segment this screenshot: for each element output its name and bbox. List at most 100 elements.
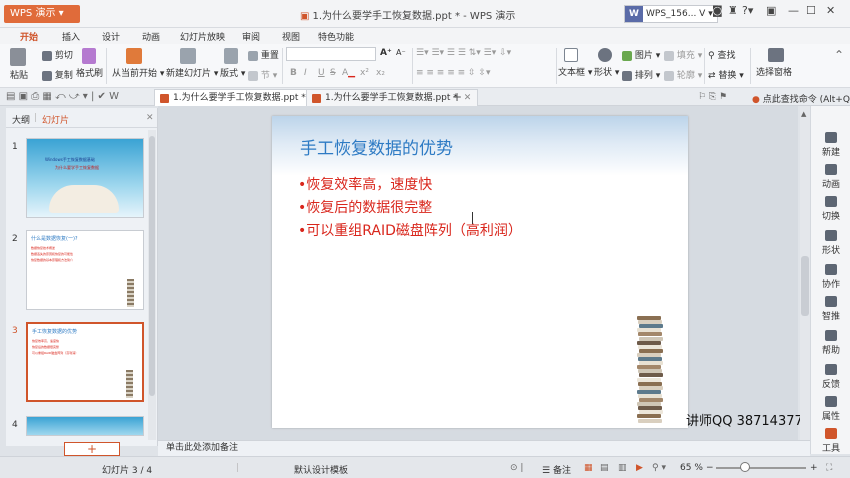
slide-panel-scrollbar[interactable] [148,130,156,440]
status-divider: | [236,463,240,473]
section-button[interactable]: 节 ▾ [248,68,277,81]
tab-slides[interactable]: 幻灯片 [42,113,69,126]
sorter-view-icon[interactable]: ▤ [600,463,609,473]
app-menu-button[interactable]: WPS 演示 ▾ [4,5,80,23]
bullet-point[interactable]: •恢复效率高，速度快 [298,174,432,194]
menu-animation[interactable]: 动画 [142,30,160,43]
picture-button[interactable]: 图片 ▾ [622,48,660,61]
slide-thumbnail-2[interactable]: 什么是数据恢复(一)? 数据恢复技术概述 数据丢失的原因和恢复的可能性 恢复数据… [26,230,144,310]
play-from-current-button[interactable]: 从当前开始 ▾ [112,48,164,79]
menu-design[interactable]: 设计 [102,30,120,43]
tool-tools[interactable]: 工具 [811,428,850,454]
slide-thumbnail-4[interactable] [26,416,144,436]
ribbon-collapse-icon[interactable]: ⌃ [834,48,844,62]
align-icons[interactable]: ≡ ≡ ≡ ≡ ≡ ⇳ ⇳▾ [416,68,490,78]
bullet-point[interactable]: •恢复后的数据很完整 [298,197,432,217]
shrink-font-button[interactable]: A⁻ [396,48,406,57]
bold-button[interactable]: B [290,68,297,78]
location-icon[interactable]: ⚲ ▾ [652,463,666,473]
font-name-select[interactable] [286,47,376,61]
tool-animation[interactable]: 动画 [811,164,850,190]
notes-area[interactable]: 单击此处添加备注 [158,440,810,456]
slideshow-icon[interactable]: ▶ [636,463,643,473]
tool-properties[interactable]: 属性 [811,396,850,422]
tabbar-tools-icons[interactable]: ⚐ ⎘ ⚑ [698,92,727,102]
font-color-button[interactable]: A▁ [342,68,355,78]
lightbulb-icon: ● [752,95,760,105]
spellcheck-icon[interactable]: ⊙ | [510,463,523,473]
superscript-icon[interactable]: x² [360,68,369,78]
tool-feedback[interactable]: 反馈 [811,364,850,390]
layout-button[interactable]: 版式 ▾ [220,48,245,79]
strike-button[interactable]: S [330,68,336,78]
shrink-font-label: A [396,48,402,57]
cut-button[interactable]: 剪切 [42,48,73,61]
minimize-button[interactable]: — [788,4,799,17]
close-tab-icon[interactable]: ✕ [464,93,472,103]
scrollbar-thumb[interactable] [801,256,809,316]
tab-outline[interactable]: 大纲 [12,113,30,126]
tool-transition[interactable]: 切换 [811,196,850,222]
normal-view-icon[interactable]: ▦ [584,463,593,473]
zoom-slider[interactable] [716,467,806,469]
tool-smart[interactable]: 智推 [811,296,850,322]
copy-button[interactable]: 复制 [42,68,73,81]
current-slide[interactable]: 手工恢复数据的优势 •恢复效率高，速度快 •恢复后的数据很完整 •可以重组RAI… [272,116,688,428]
format-painter-button[interactable]: 格式刷 [76,48,103,79]
scrollbar-thumb[interactable] [149,136,155,396]
replace-button[interactable]: ⇄ 替换 ▾ [708,68,744,81]
quick-access-toolbar[interactable]: ▤ ▣ ⎙ ▦ ⤺ ⤻ ▾ | ✔ W [6,91,119,102]
user-account[interactable]: W WPS_156... V ▾ [624,5,718,23]
bullet-point[interactable]: •可以重组RAID磁盘阵列（高利润） [298,220,522,240]
fill-button[interactable]: 填充 ▾ [664,48,702,61]
slide-thumbnail-1[interactable]: Windows手工恢复数据基础 为什么要学手工恢复数据 [26,138,144,218]
zoom-level[interactable]: 65 % [680,463,703,473]
menu-view[interactable]: 视图 [282,30,300,43]
canvas-scrollbar[interactable]: ▲ [800,106,810,440]
menu-slideshow[interactable]: 幻灯片放映 [180,30,225,43]
menu-features[interactable]: 特色功能 [318,30,354,43]
reading-view-icon[interactable]: ▥ [618,463,627,473]
find-button[interactable]: ⚲ 查找 [708,48,735,61]
textbox-button[interactable]: 文本框 ▾ [558,48,592,78]
paste-button[interactable]: 粘贴 [10,48,28,81]
outline-button[interactable]: 轮廓 ▾ [664,68,702,81]
menu-review[interactable]: 审阅 [242,30,260,43]
tool-shape[interactable]: 形状 [811,230,850,256]
document-tab-active[interactable]: 1.为什么要学手工恢复数据.ppt *✕ [154,89,327,106]
scroll-up-icon[interactable]: ▲ [801,110,806,118]
tool-label: 属性 [821,412,840,422]
maximize-button[interactable]: ☐ [806,4,816,17]
help-button[interactable]: ?▾ [742,4,753,17]
menu-insert[interactable]: 插入 [62,30,80,43]
underline-button[interactable]: U [318,68,325,78]
italic-button[interactable]: I [304,68,307,78]
restore-ribbon-icon[interactable]: ▣ [766,4,776,17]
notes-toggle[interactable]: ☰ 备注 [542,463,571,476]
close-panel-icon[interactable]: ✕ [146,113,154,123]
shape-button[interactable]: 形状 ▾ [594,48,619,78]
command-search[interactable]: ● 点此查找命令 (Alt+Q) [752,92,850,105]
shirt-icon[interactable]: ♜ [728,4,738,17]
grow-font-button[interactable]: A⁺ [380,48,392,58]
reset-button[interactable]: 重置 [248,48,279,61]
tool-new[interactable]: 新建 [811,132,850,158]
close-button[interactable]: ✕ [826,4,835,17]
tool-collab[interactable]: 协作 [811,264,850,290]
subscript-icon[interactable]: x₂ [376,68,385,78]
fit-window-icon[interactable]: ⛶ [826,463,832,473]
skin-icon[interactable]: ◙ [712,4,723,17]
slide-thumbnail-3[interactable]: 手工恢复数据的优势 恢复效率高，速度快 恢复后的数据很完整 可以重组RAID磁盘… [26,322,144,402]
new-tab-button[interactable]: + [452,90,462,104]
zoom-out-button[interactable]: − [706,463,714,473]
slide-title[interactable]: 手工恢复数据的优势 [300,134,453,159]
book-spine [638,381,662,386]
tool-help[interactable]: 帮助 [811,330,850,356]
new-slide-button[interactable]: 新建幻灯片 ▾ [166,48,218,79]
select-pane-button[interactable]: 选择窗格 [756,48,792,78]
add-slide-button[interactable]: + [64,442,120,456]
zoom-in-button[interactable]: + [810,463,818,473]
arrange-button[interactable]: 排列 ▾ [622,68,660,81]
list-icons[interactable]: ☰▾ ☰▾ ☰ ☰ ⇅▾ ☰▾ ⇩▾ [416,48,511,58]
zoom-slider-handle[interactable] [740,462,750,472]
